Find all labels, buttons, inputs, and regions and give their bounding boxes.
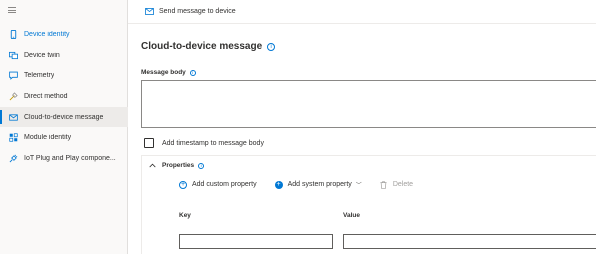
mail-icon [145, 8, 154, 15]
page-title: Cloud-to-device message i [141, 41, 276, 52]
properties-actions: + Add custom property + Add system prope… [179, 180, 431, 189]
page-title-text: Cloud-to-device message [141, 41, 263, 52]
properties-header[interactable]: Properties i [149, 162, 205, 169]
chevron-up-icon [149, 163, 156, 168]
phone-icon [9, 29, 18, 39]
twin-icon [9, 51, 18, 60]
sidebar-item-cloud-to-device-message[interactable]: Cloud-to-device message [0, 106, 128, 128]
method-icon [9, 92, 18, 101]
sidebar-item-direct-method[interactable]: Direct method [0, 86, 128, 107]
send-message-label: Send message to device [159, 8, 236, 15]
properties-title: Properties [162, 162, 195, 169]
value-column-header: Value [343, 212, 360, 219]
property-key-input[interactable] [179, 234, 333, 249]
sidebar-item-iot-plug-and-play[interactable]: IoT Plug and Play compone... [0, 148, 128, 169]
sidebar-item-label: Telemetry [24, 72, 55, 80]
plug-icon [9, 154, 18, 163]
add-custom-property-button[interactable]: + Add custom property [179, 180, 257, 189]
add-system-property-label: Add system property [287, 181, 352, 188]
key-column-header: Key [179, 212, 191, 219]
sidebar: Device identity Device twin Telemetry Di… [0, 0, 128, 254]
add-custom-property-label: Add custom property [192, 181, 257, 188]
info-icon[interactable]: i [198, 162, 205, 169]
sidebar-item-label: Device identity [24, 30, 70, 38]
message-body-label: Message body i [141, 69, 196, 76]
add-circle-icon: + [179, 180, 187, 189]
chevron-down-icon: ﹀ [355, 183, 362, 189]
mail-icon [9, 113, 18, 122]
sidebar-item-device-twin[interactable]: Device twin [0, 45, 128, 66]
timestamp-checkbox[interactable] [144, 138, 154, 148]
properties-section: Properties i + Add custom property + Add… [141, 155, 596, 254]
message-body-label-text: Message body [141, 69, 186, 76]
command-bar: Send message to device [128, 0, 596, 24]
sidebar-item-label: Module identity [24, 134, 72, 142]
timestamp-checkbox-row[interactable]: Add timestamp to message body [144, 138, 264, 148]
property-value-input[interactable] [343, 234, 596, 249]
sidebar-nav: Device identity Device twin Telemetry Di… [0, 24, 128, 169]
modules-icon [9, 133, 18, 142]
delete-label: Delete [392, 181, 414, 188]
sidebar-item-label: Direct method [24, 92, 68, 100]
hamburger-menu-icon[interactable] [8, 7, 16, 13]
sidebar-item-telemetry[interactable]: Telemetry [0, 65, 128, 86]
add-system-property-button[interactable]: + Add system property ﹀ [274, 180, 362, 189]
sidebar-item-device-identity[interactable]: Device identity [0, 24, 128, 45]
info-icon[interactable]: i [267, 42, 276, 51]
chat-icon [9, 71, 18, 81]
sidebar-item-label: Cloud-to-device message [24, 113, 104, 121]
add-circle-filled-icon: + [274, 180, 283, 189]
info-icon[interactable]: i [189, 69, 196, 76]
timestamp-checkbox-label: Add timestamp to message body [162, 139, 264, 147]
trash-icon [380, 180, 387, 189]
delete-button[interactable]: Delete [380, 180, 414, 189]
send-message-button[interactable]: Send message to device [145, 8, 236, 15]
sidebar-item-label: IoT Plug and Play compone... [24, 154, 116, 162]
message-body-input[interactable] [141, 80, 596, 128]
sidebar-item-label: Device twin [24, 51, 60, 59]
sidebar-item-module-identity[interactable]: Module identity [0, 127, 128, 148]
